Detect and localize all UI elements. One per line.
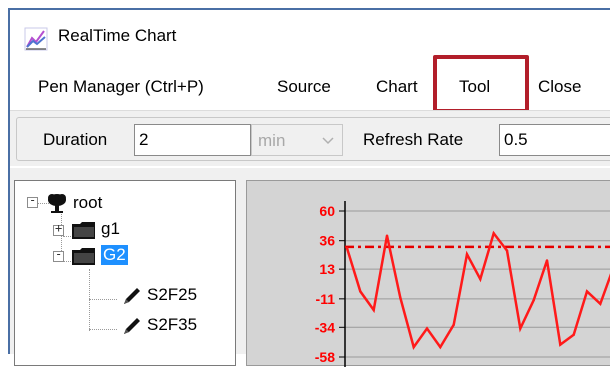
pen-tree[interactable]: - root + g1 - G2 S2F25 S2F35 — [14, 180, 236, 366]
data-point — [452, 323, 455, 326]
chart-panel: 60 36 13 -11 -34 -58 — [246, 180, 610, 367]
folder-icon — [72, 222, 95, 239]
refresh-rate-input[interactable] — [499, 124, 610, 156]
toolbar: Duration min Refresh Rate — [10, 110, 610, 166]
data-point — [492, 232, 495, 235]
chevron-down-icon — [322, 137, 334, 145]
data-point — [399, 296, 402, 299]
data-point — [372, 308, 375, 312]
title-bar: RealTime Chart — [10, 10, 610, 66]
chart-app-icon — [24, 27, 48, 51]
data-point — [479, 277, 482, 281]
duration-unit-select[interactable]: min — [251, 124, 343, 156]
data-point — [505, 249, 509, 252]
data-point — [545, 259, 549, 262]
tree-root-icon — [48, 194, 66, 213]
tree-label-s2f25: S2F25 — [147, 285, 198, 304]
y-tick-label: 60 — [319, 203, 335, 219]
tree-node-g2[interactable]: - G2 — [15, 243, 215, 269]
tree-label-g1: g1 — [101, 219, 120, 238]
data-point — [599, 302, 602, 305]
menu-pen-manager[interactable]: Pen Manager (Ctrl+P) — [38, 66, 204, 108]
y-tick-label: -58 — [315, 349, 335, 365]
refresh-rate-label: Refresh Rate — [363, 130, 464, 149]
pen-icon — [124, 288, 140, 304]
menu-close[interactable]: Close — [538, 66, 581, 108]
y-tick-label: 13 — [319, 261, 335, 277]
data-point — [412, 345, 415, 349]
collapse-icon[interactable]: - — [27, 193, 38, 208]
data-point — [465, 253, 469, 256]
menu-tool[interactable]: Tool — [459, 66, 490, 108]
y-tick-label: -34 — [315, 319, 335, 335]
y-tick-label: -11 — [316, 291, 336, 307]
series-line — [345, 230, 610, 350]
tree-label-root: root — [73, 193, 103, 212]
data-point — [359, 290, 362, 293]
collapse-icon[interactable]: - — [53, 247, 64, 262]
tree-label-g2: G2 — [101, 245, 128, 265]
menu-chart[interactable]: Chart — [376, 66, 418, 108]
data-point — [345, 246, 349, 250]
duration-unit-value: min — [258, 131, 286, 150]
menu-source[interactable]: Source — [277, 66, 331, 108]
data-point — [559, 343, 562, 346]
data-point — [585, 290, 589, 293]
pen-icon — [124, 318, 140, 334]
tree-label-s2f35: S2F35 — [147, 315, 198, 334]
data-point — [532, 298, 535, 302]
data-point — [439, 345, 442, 349]
folder-icon — [72, 248, 95, 265]
tree-node-root[interactable]: - root — [15, 191, 215, 217]
duration-input[interactable] — [134, 124, 251, 156]
settings-group: Duration min Refresh Rate — [16, 117, 610, 161]
y-tick-label: 36 — [319, 233, 335, 249]
window-title: RealTime Chart — [58, 26, 177, 45]
content-area: - root + g1 - G2 S2F25 S2F35 60 36 13 -1… — [10, 168, 610, 367]
tree-node-s2f35[interactable]: S2F35 — [15, 313, 215, 339]
duration-label: Duration — [43, 130, 108, 149]
tree-node-g1[interactable]: + g1 — [15, 217, 215, 243]
data-point — [519, 327, 522, 330]
data-point — [572, 333, 575, 336]
expand-icon[interactable]: + — [53, 221, 64, 236]
realtime-line-chart[interactable]: 60 36 13 -11 -34 -58 — [247, 181, 610, 367]
data-point — [425, 327, 429, 330]
data-point — [385, 234, 389, 237]
menu-bar: Pen Manager (Ctrl+P) Source Chart Tool C… — [10, 66, 610, 108]
realtime-chart-window: RealTime Chart Pen Manager (Ctrl+P) Sour… — [8, 8, 610, 367]
tree-node-s2f25[interactable]: S2F25 — [15, 283, 215, 309]
